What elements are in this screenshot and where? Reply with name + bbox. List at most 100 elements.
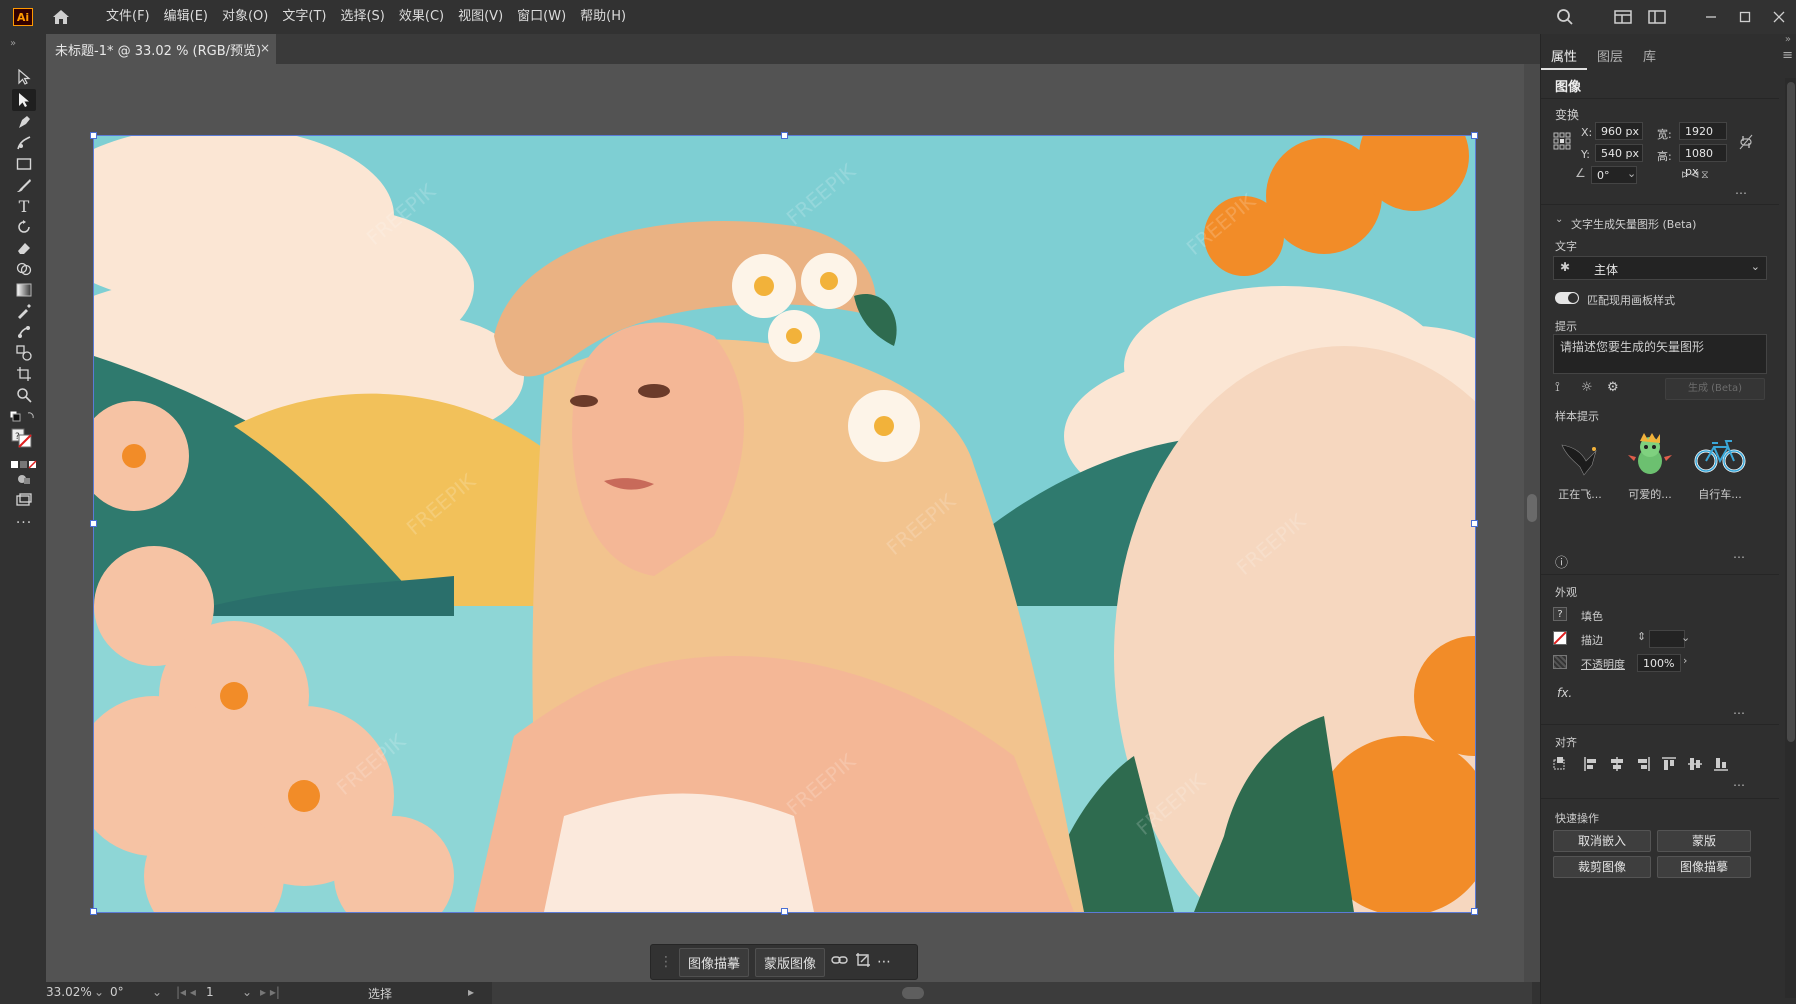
unembed-button[interactable]: 取消嵌入 bbox=[1553, 830, 1651, 852]
tab-properties[interactable]: 属性 bbox=[1541, 46, 1588, 70]
first-artboard-icon[interactable]: |◂ ◂ bbox=[176, 985, 196, 999]
stroke-swatch-icon[interactable] bbox=[1553, 631, 1567, 645]
mask-image-button[interactable]: 蒙版图像 bbox=[755, 947, 826, 977]
rotation-dropdown-icon[interactable]: ⌄ bbox=[152, 985, 162, 999]
menu-window[interactable]: 窗口(W) bbox=[510, 0, 573, 34]
zoom-dropdown-icon[interactable]: ⌄ bbox=[94, 985, 104, 999]
menu-edit[interactable]: 编辑(E) bbox=[157, 0, 215, 34]
menu-file[interactable]: 文件(F) bbox=[99, 0, 157, 34]
opacity-input[interactable]: 100% bbox=[1637, 654, 1681, 672]
match-style-toggle[interactable] bbox=[1555, 292, 1579, 304]
screen-mode-icon[interactable] bbox=[12, 489, 36, 511]
type-tool-icon[interactable]: T bbox=[12, 195, 36, 217]
home-icon[interactable] bbox=[51, 7, 71, 27]
flip-vertical-icon[interactable]: ⧖ bbox=[1701, 168, 1709, 182]
zoom-level[interactable]: 33.02% bbox=[46, 985, 92, 999]
drawing-mode-icon[interactable] bbox=[12, 468, 36, 490]
crop-image-button[interactable]: 裁剪图像 bbox=[1553, 856, 1651, 878]
edit-toolbar-icon[interactable]: ··· bbox=[12, 512, 36, 534]
menu-view[interactable]: 视图(V) bbox=[451, 0, 510, 34]
tab-layers[interactable]: 图层 bbox=[1587, 46, 1633, 70]
more-text-to-vector-icon[interactable]: ⋯ bbox=[1733, 550, 1745, 564]
reference-point-icon[interactable] bbox=[1553, 132, 1571, 154]
more-appearance-icon[interactable]: ⋯ bbox=[1733, 706, 1745, 720]
artboard-dropdown-icon[interactable]: ⌄ bbox=[242, 985, 252, 999]
handle-top-center[interactable] bbox=[781, 132, 788, 139]
handle-top-left[interactable] bbox=[90, 132, 97, 139]
align-horizontal-center-icon[interactable] bbox=[1609, 756, 1625, 772]
blend-tool-icon[interactable] bbox=[12, 342, 36, 364]
link-icon[interactable] bbox=[831, 954, 849, 970]
eyedropper-tool-icon[interactable] bbox=[12, 300, 36, 322]
fill-swatch-icon[interactable]: ? bbox=[1553, 607, 1567, 621]
image-trace-panel-button[interactable]: 图像描摹 bbox=[1657, 856, 1751, 878]
collapse-panel-icon[interactable]: » bbox=[1785, 34, 1791, 45]
width-input[interactable]: 1920 px bbox=[1679, 122, 1727, 156]
angle-dropdown-icon[interactable]: ⌄ bbox=[1627, 167, 1636, 180]
constrain-proportions-icon[interactable] bbox=[1739, 134, 1753, 154]
stroke-label[interactable]: 描边 bbox=[1581, 632, 1603, 648]
rectangle-tool-icon[interactable] bbox=[12, 153, 36, 175]
align-bottom-icon[interactable] bbox=[1713, 756, 1729, 772]
x-input[interactable]: 960 px bbox=[1595, 122, 1643, 140]
sample-cute-dragon[interactable]: 可爱的... bbox=[1619, 424, 1681, 502]
opacity-label[interactable]: 不透明度 bbox=[1581, 656, 1625, 672]
align-top-icon[interactable] bbox=[1661, 756, 1677, 772]
settings-gear-icon[interactable]: ⚙ bbox=[1607, 380, 1619, 395]
crop-icon[interactable] bbox=[855, 952, 871, 972]
image-trace-button[interactable]: 图像描摹 bbox=[679, 947, 750, 977]
align-to-icon[interactable] bbox=[1553, 756, 1573, 772]
artboard-number[interactable]: 1 bbox=[206, 985, 214, 999]
fill-label[interactable]: 填色 bbox=[1581, 608, 1603, 624]
drag-handle-icon[interactable]: ⋮ bbox=[659, 954, 673, 970]
flip-horizontal-icon[interactable]: ⊳⊲ bbox=[1681, 168, 1699, 181]
info-icon[interactable]: ⓘ bbox=[1555, 552, 1568, 571]
mask-button[interactable]: 蒙版 bbox=[1657, 830, 1751, 852]
shape-builder-tool-icon[interactable] bbox=[12, 258, 36, 280]
handle-bottom-left[interactable] bbox=[90, 908, 97, 915]
search-icon[interactable] bbox=[1548, 0, 1582, 34]
selection-tool-icon[interactable] bbox=[12, 66, 36, 88]
align-left-icon[interactable] bbox=[1583, 756, 1599, 772]
handle-middle-right[interactable] bbox=[1471, 520, 1478, 527]
document-tab[interactable]: 未标题-1* @ 33.02 % (RGB/预览) × bbox=[46, 34, 276, 64]
rotation-value[interactable]: 0° bbox=[110, 985, 124, 999]
vertical-scrollbar[interactable] bbox=[1524, 64, 1540, 982]
handle-bottom-right[interactable] bbox=[1471, 908, 1478, 915]
effects-fx-button[interactable]: fx. bbox=[1557, 686, 1572, 700]
status-menu-icon[interactable]: ▸ bbox=[468, 985, 474, 999]
horizontal-scroll-thumb[interactable] bbox=[902, 987, 924, 999]
eraser-tool-icon[interactable] bbox=[12, 237, 36, 259]
horizontal-scrollbar[interactable] bbox=[492, 982, 1532, 1004]
handle-top-right[interactable] bbox=[1471, 132, 1478, 139]
close-tab-icon[interactable]: × bbox=[260, 41, 270, 55]
artboard-tool-icon[interactable] bbox=[12, 363, 36, 385]
more-options-icon[interactable]: ⋯ bbox=[877, 954, 891, 970]
generate-button[interactable]: 生成 (Beta) bbox=[1665, 378, 1765, 400]
default-colors-icon[interactable] bbox=[6, 406, 38, 428]
sample-bicycle[interactable]: 自行车... bbox=[1689, 424, 1751, 502]
menu-effect[interactable]: 效果(C) bbox=[392, 0, 451, 34]
align-right-icon[interactable] bbox=[1635, 756, 1651, 772]
scroll-thumb[interactable] bbox=[1527, 494, 1537, 522]
opacity-arrow-icon[interactable]: › bbox=[1683, 654, 1687, 667]
next-artboard-icon[interactable]: ▸ ▸| bbox=[260, 985, 280, 999]
collapse-tools-icon[interactable]: » bbox=[10, 38, 16, 49]
menu-object[interactable]: 对象(O) bbox=[215, 0, 275, 34]
tab-libraries[interactable]: 库 bbox=[1633, 46, 1666, 70]
more-transform-icon[interactable]: ⋯ bbox=[1735, 186, 1747, 200]
handle-bottom-center[interactable] bbox=[781, 908, 788, 915]
panel-scrollbar[interactable] bbox=[1785, 78, 1796, 998]
paintbrush-tool-icon[interactable] bbox=[12, 174, 36, 196]
pen-tool-icon[interactable] bbox=[12, 111, 36, 133]
fill-stroke-swatch-icon[interactable]: ? bbox=[8, 426, 38, 452]
effects-icon[interactable]: ☼ bbox=[1581, 380, 1593, 395]
canvas[interactable]: FREEPIK FREEPIK FREEPIK FREEPIK FREEPIK … bbox=[46, 64, 1524, 982]
curvature-tool-icon[interactable] bbox=[12, 132, 36, 154]
more-align-icon[interactable]: ⋯ bbox=[1733, 778, 1745, 792]
align-vertical-center-icon[interactable] bbox=[1687, 756, 1703, 772]
panel-scroll-thumb[interactable] bbox=[1787, 82, 1795, 742]
menu-help[interactable]: 帮助(H) bbox=[573, 0, 633, 34]
rotate-tool-icon[interactable] bbox=[12, 216, 36, 238]
stroke-stepper-icon[interactable]: ⇕ bbox=[1637, 630, 1646, 643]
